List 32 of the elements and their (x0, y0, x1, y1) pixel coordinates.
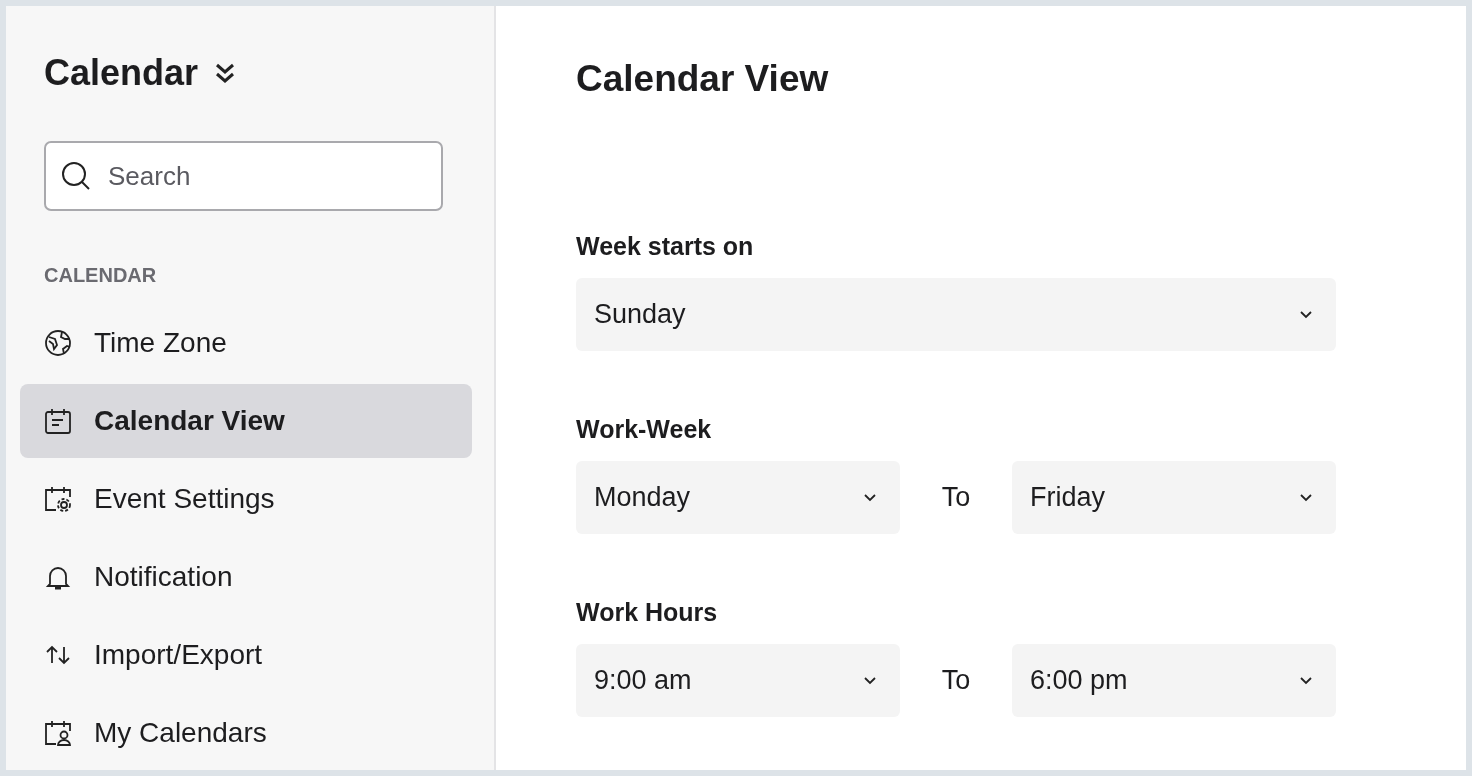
dropdown[interactable]: 9:00 am (576, 644, 900, 717)
field-label: Week starts on (576, 231, 754, 261)
calendar-icon (44, 407, 72, 435)
section-heading: CALENDAR (44, 263, 157, 287)
globe-icon (44, 329, 72, 357)
dropdown[interactable]: Sunday (576, 278, 1336, 351)
calendar-person-icon (44, 719, 72, 747)
range-separator: To (941, 665, 971, 696)
chevron-down-icon (1300, 493, 1312, 502)
sidebar-title: Calendar (44, 51, 199, 95)
sidebar-item[interactable]: Event Settings (20, 462, 472, 536)
sidebar-item[interactable]: My Calendars (20, 696, 472, 770)
sidebar-item[interactable]: Calendar View (20, 384, 472, 458)
arrows-up-down-icon (45, 644, 71, 666)
chevron-down-icon (1300, 310, 1312, 319)
chevron-down-icon (864, 676, 876, 685)
sidebar-item[interactable]: Import/Export (20, 618, 472, 692)
sidebar-item[interactable]: Time Zone (20, 306, 472, 380)
sidebar-item[interactable]: Notification (20, 540, 472, 614)
range-separator: To (941, 482, 971, 513)
search-icon (60, 160, 92, 192)
calendar-gear-icon (44, 485, 72, 513)
field-label: Work-Week (576, 414, 712, 444)
chevron-down-icon (864, 493, 876, 502)
chevron-down-icon (1300, 676, 1312, 685)
page-title: Calendar View (576, 57, 829, 101)
search-field[interactable]: Search (44, 141, 443, 211)
dropdown[interactable]: Monday (576, 461, 900, 534)
dropdown[interactable]: Friday (1012, 461, 1336, 534)
field-label: Work Hours (576, 597, 718, 627)
dropdown[interactable]: 6:00 pm (1012, 644, 1336, 717)
double-chevron-down-icon[interactable] (214, 62, 237, 84)
